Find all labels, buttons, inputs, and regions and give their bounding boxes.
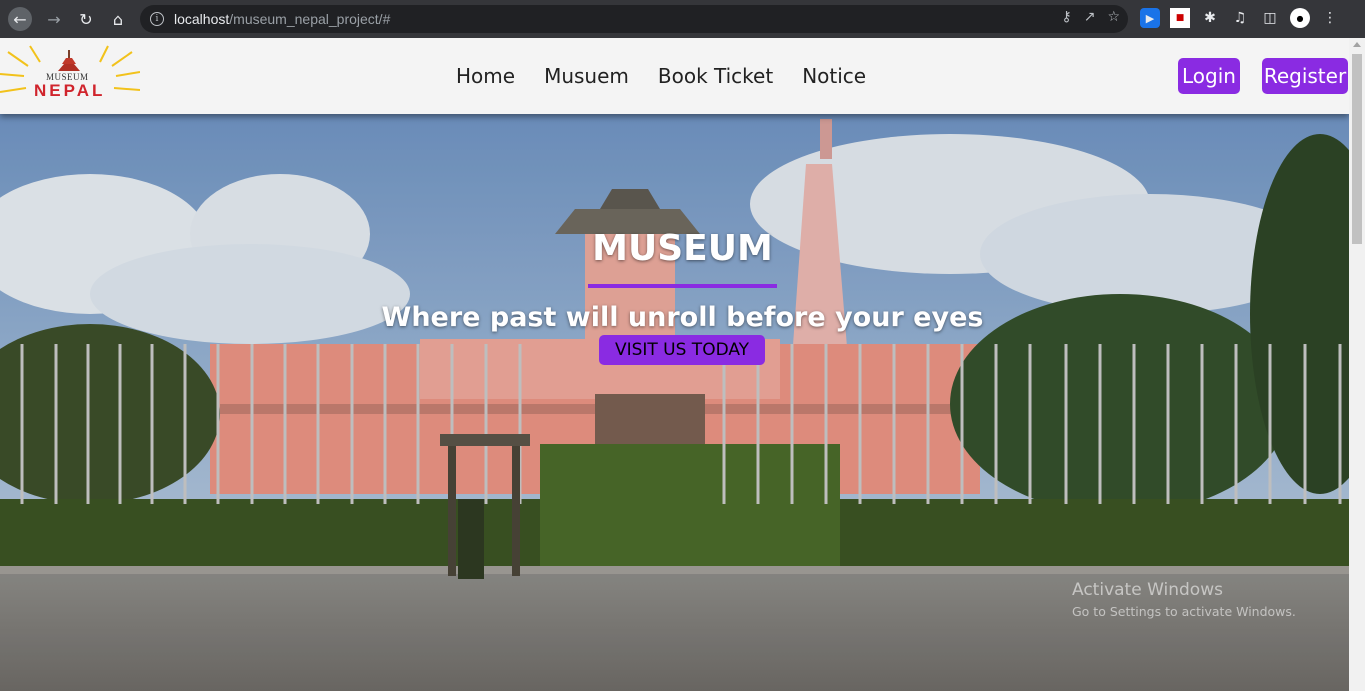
info-icon[interactable]: i [150, 12, 164, 26]
title-underline [588, 284, 777, 288]
menu-icon[interactable]: ⋮ [1320, 8, 1340, 28]
reload-icon[interactable]: ↻ [74, 7, 98, 31]
nav-book-ticket[interactable]: Book Ticket [658, 64, 773, 88]
windows-activation-watermark: Activate Windows Go to Settings to activ… [1072, 580, 1296, 619]
media-icon[interactable]: ♫ [1230, 8, 1250, 28]
key-icon[interactable]: ⚷ [1061, 9, 1071, 25]
url-text[interactable]: localhost/museum_nepal_project/# [174, 11, 390, 27]
forward-icon[interactable]: → [42, 7, 66, 31]
address-bar[interactable]: i localhost/museum_nepal_project/# ⚷ ↗ ☆ [140, 5, 1128, 33]
logo-text: NEPAL [34, 81, 106, 100]
login-button[interactable]: Login [1178, 58, 1240, 94]
url-path: /museum_nepal_project/# [229, 11, 391, 27]
hero-title: MUSEUM [592, 228, 773, 269]
sidepanel-icon[interactable]: ◫ [1260, 8, 1280, 28]
url-host: localhost [174, 11, 230, 27]
visit-us-button[interactable]: VISIT US TODAY [599, 335, 765, 365]
nav-notice[interactable]: Notice [802, 64, 866, 88]
extension-icon[interactable]: ■ [1170, 8, 1190, 28]
share-icon[interactable]: ↗ [1084, 9, 1096, 25]
page-scrollbar[interactable] [1349, 38, 1365, 691]
register-button[interactable]: Register [1262, 58, 1348, 94]
nav-museum[interactable]: Musuem [544, 64, 629, 88]
scroll-up-icon[interactable] [1353, 42, 1361, 47]
site-logo[interactable]: MUSEUM NEPAL [0, 44, 141, 104]
avatar[interactable]: ● [1290, 8, 1310, 28]
browser-toolbar: ← → ↻ ⌂ i localhost/museum_nepal_project… [0, 0, 1365, 38]
home-icon[interactable]: ⌂ [106, 7, 130, 31]
back-icon[interactable]: ← [8, 7, 32, 31]
watermark-subtitle: Go to Settings to activate Windows. [1072, 604, 1296, 619]
extension-icon[interactable]: ▶ [1140, 8, 1160, 28]
hero-subtitle: Where past will unroll before your eyes [381, 302, 984, 333]
puzzle-icon[interactable]: ✱ [1200, 8, 1220, 28]
watermark-title: Activate Windows [1072, 580, 1223, 600]
star-icon[interactable]: ☆ [1107, 9, 1120, 25]
scroll-thumb[interactable] [1352, 54, 1362, 244]
site-navbar: MUSEUM NEPAL Home Musuem Book Ticket Not… [0, 38, 1349, 114]
nav-home[interactable]: Home [456, 64, 515, 88]
main-menu: Home Musuem Book Ticket Notice [456, 64, 866, 88]
